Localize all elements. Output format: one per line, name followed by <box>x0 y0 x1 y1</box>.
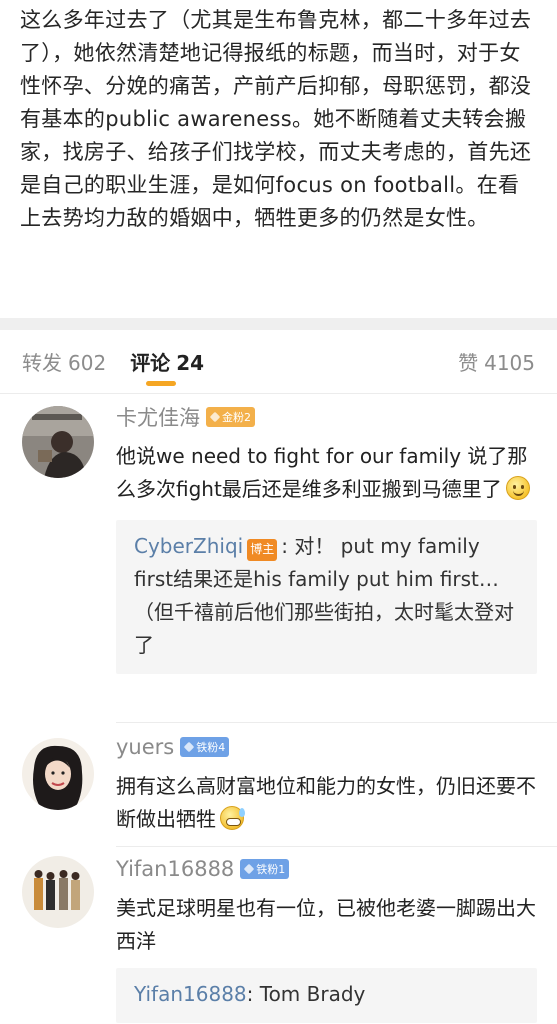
comment-username[interactable]: 卡尤佳海 <box>116 402 200 432</box>
author-badge: 博主 <box>247 538 278 561</box>
tab-comments-label: 评论 <box>130 351 171 375</box>
avatar[interactable] <box>22 738 94 810</box>
reply-text: : Tom Brady <box>246 982 366 1006</box>
fan-badge-label: 铁粉1 <box>256 863 286 876</box>
comment-text-content: 他说we need to fight for our family 说了那么多次… <box>116 444 528 501</box>
smile-emoji-icon <box>505 476 530 500</box>
diamond-icon <box>243 863 255 875</box>
comment-item: yuers 铁粉4 拥有这么高财富地位和能力的女性，仍旧还要不断做出牺牲 <box>0 732 557 842</box>
tab-likes[interactable]: 赞 4105 <box>458 347 535 376</box>
fan-badge-label: 铁粉4 <box>196 741 226 754</box>
tab-reposts-count: 602 <box>68 351 107 375</box>
comment-text-content: 美式足球明星也有一位，已被他老婆一脚踢出大西洋 <box>116 896 536 953</box>
fan-badge-label: 金粉2 <box>222 411 251 424</box>
tab-likes-label: 赞 <box>458 351 479 375</box>
fan-badge[interactable]: 铁粉1 <box>240 859 290 879</box>
comment-username[interactable]: yuers <box>116 735 174 759</box>
comment-item: Yifan16888 铁粉1 美式足球明星也有一位，已被他老婆一脚踢出大西洋 Y… <box>0 854 557 1024</box>
tab-comments[interactable]: 评论 24 <box>130 347 205 386</box>
comment-text-content: 拥有这么高财富地位和能力的女性，仍旧还要不断做出牺牲 <box>116 774 536 831</box>
sweat-smile-emoji-icon <box>220 806 245 830</box>
comment-text: 美式足球明星也有一位，已被他老婆一脚踢出大西洋 <box>116 892 537 958</box>
avatar[interactable] <box>22 856 94 928</box>
tab-comments-count: 24 <box>176 351 205 375</box>
reply-username[interactable]: Yifan16888 <box>134 982 247 1006</box>
interaction-tabs: 转发 602 评论 24 赞 4105 <box>0 330 557 394</box>
reply-preview[interactable]: CyberZhiqi 博主: 对！ put my family first结果还是… <box>116 520 537 674</box>
tab-reposts[interactable]: 转发 602 <box>22 347 106 376</box>
reply-preview[interactable]: Yifan16888: Tom Brady <box>116 968 537 1023</box>
tab-likes-count: 4105 <box>484 351 535 375</box>
comment-item: 卡尤佳海 金粉2 他说we need to fight for our fami… <box>0 402 557 718</box>
fan-badge[interactable]: 金粉2 <box>206 407 255 427</box>
comment-text: 他说we need to fight for our family 说了那么多次… <box>116 440 537 506</box>
tab-reposts-label: 转发 <box>22 351 62 375</box>
article-body: 这么多年过去了（尤其是生布鲁克林，都二十多年过去了），她依然清楚地记得报纸的标题… <box>0 0 557 318</box>
comment-divider <box>116 722 557 723</box>
avatar[interactable] <box>22 406 94 478</box>
comment-username[interactable]: Yifan16888 <box>116 857 234 881</box>
article-text: 这么多年过去了（尤其是生布鲁克林，都二十多年过去了），她依然清楚地记得报纸的标题… <box>20 8 532 230</box>
fan-badge[interactable]: 铁粉4 <box>180 737 230 757</box>
section-divider <box>0 318 557 330</box>
comment-divider <box>116 846 557 847</box>
comment-text: 拥有这么高财富地位和能力的女性，仍旧还要不断做出牺牲 <box>116 770 537 836</box>
diamond-icon <box>209 411 221 423</box>
reply-username[interactable]: CyberZhiqi <box>134 534 243 558</box>
diamond-icon <box>183 741 195 753</box>
